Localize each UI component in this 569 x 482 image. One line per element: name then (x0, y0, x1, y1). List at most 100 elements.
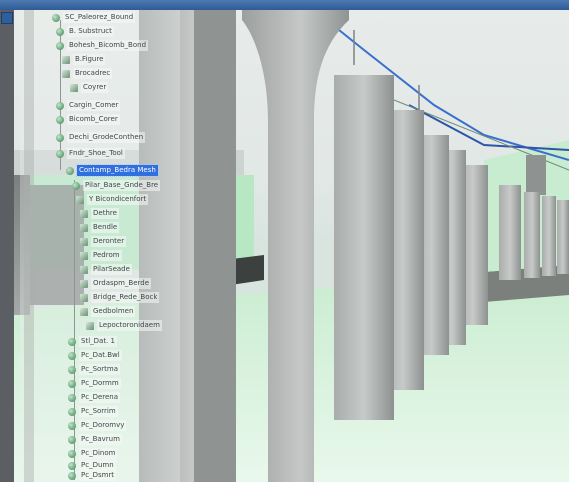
mesh-leaf-icon (80, 307, 88, 316)
tree-item[interactable]: Pc_Dsmrt (68, 470, 117, 481)
tree-item[interactable]: B. Substruct (56, 26, 114, 37)
tree-item[interactable]: Fndr_Shoe_Tool (56, 148, 125, 159)
tree-item-selected[interactable]: Contamp_Bedra Mesh (66, 164, 159, 177)
mesh-leaf-icon (80, 279, 88, 288)
sphere-node-icon (68, 337, 76, 346)
mesh-leaf-icon (80, 265, 88, 274)
sphere-node-icon (68, 435, 76, 444)
tree-item[interactable]: Brocadrec (62, 68, 113, 79)
tree-item-label: Pedrom (91, 250, 122, 261)
sphere-node-icon (72, 181, 80, 190)
small-box (526, 155, 546, 195)
tree-item[interactable]: Deronter (80, 236, 127, 247)
sphere-node-icon (68, 449, 76, 458)
tree-item-label: Pc_Sorrim (79, 406, 118, 417)
tree-item-label: Pc_Sortma (79, 364, 121, 375)
tree-item-label: Brocadrec (73, 68, 113, 79)
sphere-node-icon (52, 13, 60, 22)
window-left-border (0, 10, 14, 482)
tree-item-label: Ordaspm_Berde (91, 278, 152, 289)
sphere-node-icon (56, 27, 64, 36)
tree-item-label: Stl_Dat. 1 (79, 336, 117, 347)
tree-item-label: Contamp_Bedra Mesh (76, 164, 159, 177)
tree-item-label: Dethre (91, 208, 119, 219)
sphere-node-icon (68, 365, 76, 374)
tree-item[interactable]: Pc_Bavrum (68, 434, 122, 445)
sphere-node-icon (56, 133, 64, 142)
tree-item[interactable]: B.Figure (62, 54, 106, 65)
tree-item-label: Dechi_GrodeConthen (67, 132, 146, 143)
mesh-leaf-icon (80, 237, 88, 246)
sphere-node-icon (68, 407, 76, 416)
sphere-node-icon (68, 351, 76, 360)
mesh-leaf-icon (86, 321, 94, 330)
tree-item[interactable]: Pc_Dormm (68, 378, 121, 389)
sphere-node-icon (68, 393, 76, 402)
tree-item-label: Deronter (91, 236, 127, 247)
tree-item[interactable]: SC_Paleorez_Bound (52, 12, 136, 23)
window-title-bar[interactable] (0, 0, 569, 10)
tree-item-label: B.Figure (73, 54, 106, 65)
sphere-node-icon (68, 421, 76, 430)
tree-item[interactable]: Pilar_Base_Gnde_Bre (72, 180, 161, 191)
tree-item[interactable]: Pc_Dinom (68, 448, 118, 459)
tree-item-label: Y Bicondicenfort (87, 194, 149, 205)
tree-item[interactable]: Y Bicondicenfort (76, 194, 149, 205)
tree-item-label: Pc_Dormm (79, 378, 121, 389)
tree-item-label: SC_Paleorez_Bound (63, 12, 136, 23)
sphere-node-icon (68, 379, 76, 388)
sphere-node-icon (56, 149, 64, 158)
tree-item[interactable]: Lepoctoronidaem (86, 320, 162, 331)
tree-item-label: Pc_Dat.Bwl (79, 350, 122, 361)
tree-item[interactable]: Pedrom (80, 250, 122, 261)
sphere-node-icon (56, 115, 64, 124)
sphere-node-icon (56, 41, 64, 50)
tree-item[interactable]: Stl_Dat. 1 (68, 336, 117, 347)
tree-item[interactable]: Bicomb_Corer (56, 114, 120, 125)
pillar-left-face (194, 10, 236, 482)
tree-scroll-gutter[interactable] (24, 10, 34, 482)
tree-item-label: Pc_Bavrum (79, 434, 122, 445)
tree-item[interactable]: Pc_Dat.Bwl (68, 350, 122, 361)
tree-item[interactable]: Cargin_Comer (56, 100, 121, 111)
sphere-node-icon (68, 461, 76, 470)
tree-item-label: Bohesh_Bicomb_Bond (67, 40, 149, 51)
app-window: SC_Paleorez_Bound B. Substruct Bohesh_Bi… (0, 0, 569, 482)
tree-item-label: PilarSeade (91, 264, 132, 275)
tree-item-label: Pc_Dinom (79, 448, 118, 459)
tree-item-label: Pilar_Base_Gnde_Bre (83, 180, 161, 191)
tree-item-label: Coyrer (81, 82, 109, 93)
tree-item[interactable]: Bridge_Rede_Bock (80, 292, 160, 303)
tree-item-label: Bendle (91, 222, 120, 233)
tree-item-label: Pc_Dsmrt (79, 470, 117, 481)
tree-item[interactable]: Dethre (80, 208, 119, 219)
tree-item[interactable]: PilarSeade (80, 264, 132, 275)
tree-item[interactable]: Pc_Derena (68, 392, 121, 403)
mesh-leaf-icon (80, 251, 88, 260)
tree-item-label: Pc_Doromvy (79, 420, 127, 431)
toolbar-icon[interactable] (1, 12, 13, 24)
tree-item-label: Bridge_Rede_Bock (91, 292, 160, 303)
tree-item[interactable]: Pc_Doromvy (68, 420, 127, 431)
tree-item[interactable]: Ordaspm_Berde (80, 278, 152, 289)
tree-item[interactable]: Pc_Sorrim (68, 406, 118, 417)
mesh-leaf-icon (80, 223, 88, 232)
sphere-node-icon (66, 166, 74, 175)
tree-item[interactable]: Gedbolmen (80, 306, 136, 317)
tree-item[interactable]: Bohesh_Bicomb_Bond (56, 40, 149, 51)
tree-item-label: Bicomb_Corer (67, 114, 120, 125)
mesh-leaf-icon (62, 55, 70, 64)
tree-item-label: Fndr_Shoe_Tool (67, 148, 125, 159)
tree-item[interactable]: Bendle (80, 222, 120, 233)
tree-item[interactable]: Dechi_GrodeConthen (56, 132, 146, 143)
tree-item-label: Gedbolmen (91, 306, 136, 317)
mesh-leaf-icon (80, 209, 88, 218)
tree-item[interactable]: Pc_Sortma (68, 364, 121, 375)
sphere-node-icon (68, 471, 76, 480)
tree-item-label: B. Substruct (67, 26, 114, 37)
mesh-leaf-icon (62, 69, 70, 78)
mesh-leaf-icon (70, 83, 78, 92)
tree-item-label: Cargin_Comer (67, 100, 121, 111)
tree-item-label: Pc_Derena (79, 392, 121, 403)
tree-item[interactable]: Coyrer (70, 82, 109, 93)
